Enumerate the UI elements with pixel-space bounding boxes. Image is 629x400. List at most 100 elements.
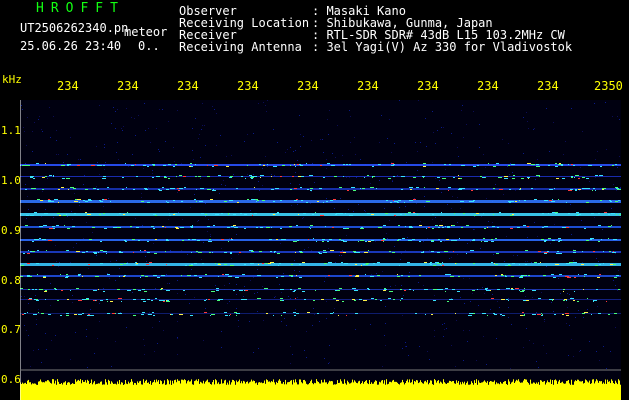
noise-speckle [325,277,326,278]
signal-speck [301,200,303,201]
noise-speckle [157,343,158,344]
signal-speck [162,187,164,188]
noise-speckle [405,342,406,343]
noise-speckle [236,284,237,285]
signal-speck [254,176,257,177]
signal-speck [372,177,373,178]
noise-column [365,380,366,400]
noise-column [67,382,68,400]
signal-speck [525,250,528,251]
noise-speckle [281,321,282,322]
noise-speckle [441,127,442,128]
noise-column [243,380,244,400]
signal-speck [519,277,523,278]
signal-speck [65,277,68,278]
signal-speck [231,238,232,239]
signal-speck [523,178,524,179]
noise-column [55,380,56,400]
signal-speck [598,225,601,226]
noise-speckle [568,355,569,356]
signal-speck [303,213,306,214]
noise-column [466,382,467,400]
noise-column [116,384,117,400]
noise-speckle [580,350,581,351]
signal-speck [310,188,313,189]
noise-speckle [212,106,213,107]
noise-column [160,380,161,400]
signal-speck [298,176,301,177]
noise-column [545,384,546,400]
signal-speck [245,178,246,179]
noise-speckle [461,110,462,111]
noise-speckle [299,115,300,116]
noise-column [46,381,47,400]
noise-column [482,382,483,400]
signal-speck [352,288,356,289]
noise-column [57,379,58,400]
signal-speck [524,288,525,289]
noise-speckle [439,180,440,181]
noise-speckle [444,241,445,242]
noise-column [391,382,392,400]
signal-speck [141,201,144,202]
noise-column [200,381,201,400]
signal-speck [413,199,416,200]
noise-column [582,381,583,400]
signal-speck [48,314,51,315]
signal-speck [328,262,332,263]
noise-speckle [314,182,315,183]
noise-speckle [472,293,473,294]
signal-speck [33,289,34,290]
noise-column [176,382,177,400]
signal-speck [483,238,485,239]
noise-speckle [611,208,612,209]
noise-column [218,382,219,400]
signal-speck [256,201,257,202]
noise-speckle [177,192,178,193]
signal-speck [91,165,95,166]
plot-background [20,100,621,400]
noise-column [601,381,602,400]
signal-speck [82,313,84,314]
noise-speckle [201,129,202,130]
signal-speck [98,289,99,290]
signal-speck [438,239,440,240]
signal-speck [528,275,530,276]
noise-speckle [328,363,329,364]
signal-speck [404,290,406,291]
signal-band [20,226,621,228]
noise-column [239,379,240,400]
noise-column [234,381,235,400]
noise-speckle [177,354,178,355]
signal-speck [574,277,576,278]
signal-speck [240,213,242,214]
noise-column [603,382,604,400]
signal-speck [217,300,220,301]
noise-speckle [441,192,442,193]
noise-column [580,381,581,400]
signal-speck [221,213,223,214]
signal-speck [508,264,510,265]
signal-speck [258,264,259,265]
noise-column [489,381,490,400]
noise-speckle [615,285,616,286]
noise-column [496,382,497,400]
signal-speck [163,301,165,302]
signal-speck [538,263,540,264]
signal-speck [493,166,496,167]
signal-speck [36,163,39,164]
signal-speck [413,177,416,178]
signal-speck [274,252,275,253]
signal-speck [302,262,305,263]
signal-speck [296,275,297,276]
noise-speckle [420,142,421,143]
signal-speck [445,288,448,289]
noise-speckle [473,229,474,230]
noise-speckle [306,357,307,358]
signal-speck [603,263,604,264]
signal-speck [136,263,138,264]
noise-speckle [28,335,29,336]
signal-speck [281,276,284,277]
signal-speck [499,189,503,190]
noise-speckle [605,102,606,103]
